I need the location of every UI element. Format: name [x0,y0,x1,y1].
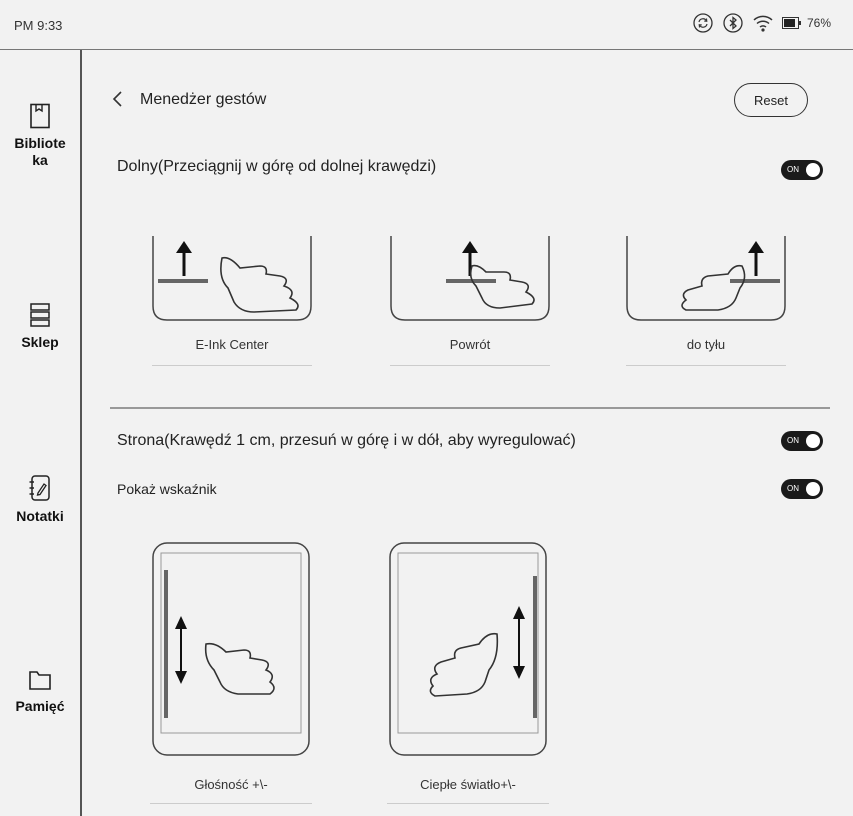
bluetooth-icon [723,13,743,33]
battery-percent: 76% [806,16,831,30]
toggle-knob [806,434,820,448]
gesture-volume-illustration[interactable] [150,540,312,758]
hand-icon [220,256,299,313]
sidebar-item-label-line2: ka [32,152,48,168]
sidebar-item-label: Sklep [21,334,59,350]
label-underline [387,803,549,804]
sidebar-item-storage[interactable]: Pamięć [0,668,80,715]
status-icons: 76% [692,12,831,34]
sidebar-item-label: Bibliote [14,135,66,151]
show-indicator-toggle[interactable]: ON [781,479,823,499]
toggle-state-text: ON [787,436,799,445]
sidebar-divider [80,50,82,816]
sidebar-item-notes[interactable]: Notatki [0,474,80,525]
gesture-eink-center-illustration[interactable] [148,236,316,326]
gesture-label-warm-light: Ciepłe światło+\- [420,777,516,792]
library-icon [30,103,50,129]
label-underline [150,803,312,804]
toggle-state-text: ON [787,484,799,493]
hand-icon [681,264,746,311]
label-underline [152,365,312,366]
label-underline [390,365,550,366]
store-icon [30,303,50,327]
hand-icon [429,632,499,697]
gesture-back-illustration[interactable] [386,236,554,326]
section-divider [110,407,830,409]
toggle-knob [806,482,820,496]
status-time: PM 9:33 [14,18,63,33]
reset-button[interactable]: Reset [734,83,808,117]
wifi-icon [753,15,773,32]
storage-folder-icon [29,671,51,690]
sidebar-item-library[interactable]: Bibliote ka [0,103,80,169]
gesture-previous-illustration[interactable] [622,236,790,326]
bottom-gesture-toggle[interactable]: ON [781,160,823,180]
show-indicator-label: Pokaż wskaźnik [117,481,217,497]
notes-icon [29,475,50,501]
side-gesture-toggle[interactable]: ON [781,431,823,451]
hand-icon [204,642,275,695]
sync-icon [693,13,713,33]
sidebar-item-label: Notatki [16,508,64,524]
sidebar-item-store[interactable]: Sklep [0,302,80,351]
page-title: Menedżer gestów [140,91,267,108]
status-bar: PM 9:33 76% [0,0,853,50]
sidebar-item-label: Pamięć [15,698,65,714]
hand-icon [469,264,535,309]
label-underline [626,365,786,366]
side-gesture-title: Strona(Krawędź 1 cm, przesuń w górę i w … [117,432,576,449]
status-divider [0,49,853,50]
gesture-label-previous: do tyłu [686,337,726,352]
toggle-state-text: ON [787,165,799,174]
gesture-label-volume: Głośność +\- [194,777,268,792]
bottom-gesture-title: Dolny(Przeciągnij w górę od dolnej krawę… [117,158,437,175]
toggle-knob [806,163,820,177]
gesture-label-back: Powrót [449,337,491,352]
battery-icon [781,17,801,29]
gesture-warm-light-illustration[interactable] [387,540,549,758]
gesture-label-eink-center: E-Ink Center [195,337,269,352]
back-chevron-icon[interactable] [110,89,126,109]
